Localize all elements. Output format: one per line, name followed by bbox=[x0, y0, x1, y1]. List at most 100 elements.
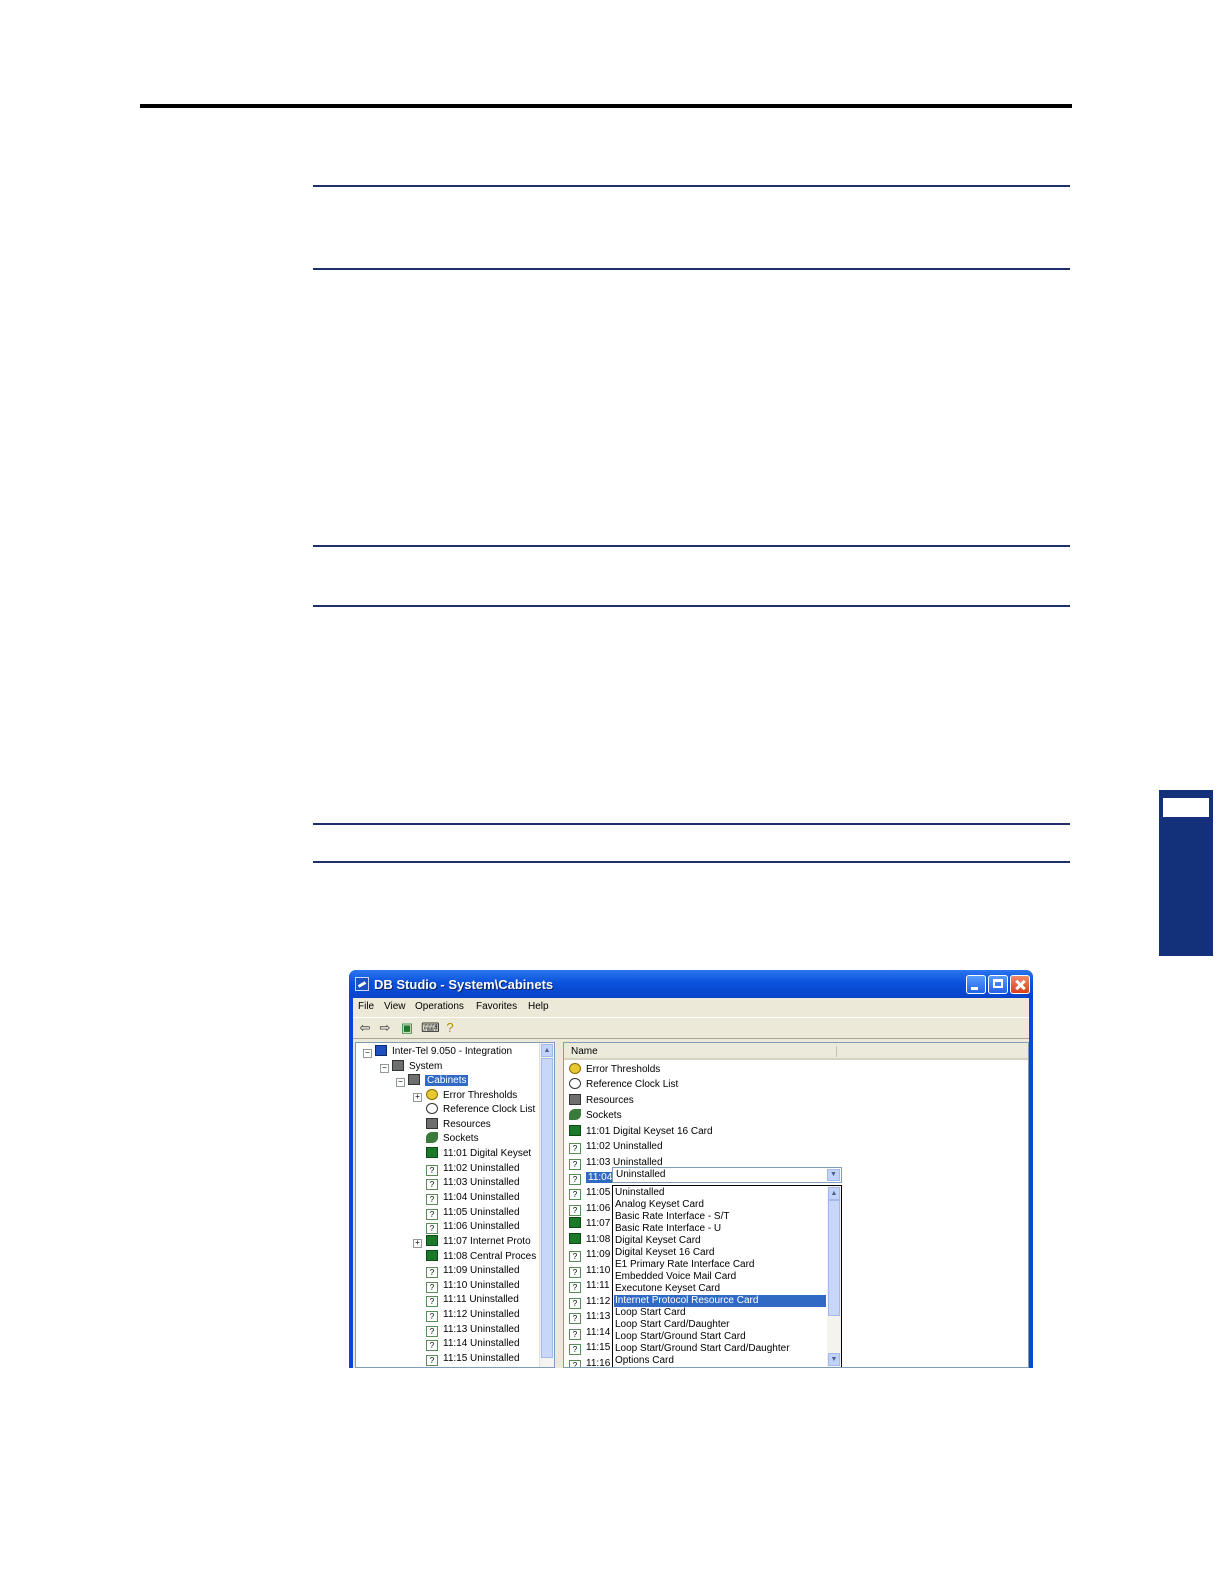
tree-item[interactable]: ? 11:10 Uninstalled bbox=[426, 1279, 520, 1293]
tree-item[interactable]: ? 11:09 Uninstalled bbox=[426, 1264, 520, 1278]
card-icon bbox=[569, 1217, 581, 1228]
refresh-icon[interactable]: ▣ bbox=[399, 1021, 415, 1035]
dropdown-option[interactable]: Uninstalled bbox=[614, 1187, 826, 1199]
tree-item-system[interactable]: System bbox=[392, 1060, 442, 1074]
tree-item-label: 11:09 Uninstalled bbox=[443, 1265, 520, 1276]
tree-item[interactable]: Error Thresholds bbox=[426, 1089, 517, 1103]
list-item[interactable]: ? 11:11 bbox=[569, 1278, 610, 1293]
list-item[interactable]: ? 11:16 bbox=[569, 1356, 610, 1367]
list-item[interactable]: 11:08 bbox=[569, 1232, 610, 1247]
tree-item[interactable]: ? 11:03 Uninstalled bbox=[426, 1176, 520, 1190]
list-item[interactable]: 11:07 bbox=[569, 1216, 610, 1231]
tree-item[interactable]: ? 11:04 Uninstalled bbox=[426, 1191, 520, 1205]
forward-arrow-icon[interactable]: ⇨ bbox=[377, 1021, 393, 1035]
list-item-label: 11:04 bbox=[586, 1172, 615, 1183]
list-item-label: 11:10 bbox=[586, 1265, 611, 1276]
uninstalled-icon: ? bbox=[426, 1165, 438, 1176]
uninstalled-icon: ? bbox=[426, 1311, 438, 1322]
tree-item[interactable]: ? 11:11 Uninstalled bbox=[426, 1293, 519, 1307]
tree-item[interactable]: ? 11:06 Uninstalled bbox=[426, 1220, 520, 1234]
list-item[interactable]: Error Thresholds bbox=[569, 1062, 660, 1077]
dropdown-option[interactable]: Basic Rate Interface - U bbox=[614, 1223, 826, 1235]
dropdown-scrollbar[interactable]: ▲ ▼ bbox=[827, 1186, 841, 1367]
dropdown-option[interactable]: Analog Keyset Card bbox=[614, 1199, 826, 1211]
tree-item[interactable]: Reference Clock List bbox=[426, 1103, 535, 1117]
tree-scrollbar[interactable]: ▲ bbox=[539, 1043, 554, 1367]
maximize-button[interactable] bbox=[988, 975, 1008, 994]
list-item[interactable]: ? 11:05 bbox=[569, 1185, 610, 1200]
uninstalled-icon: ? bbox=[569, 1143, 581, 1154]
column-header[interactable]: Name bbox=[564, 1043, 1028, 1060]
list-item[interactable]: ? 11:12 bbox=[569, 1294, 610, 1309]
list-item[interactable]: ? 11:15 bbox=[569, 1340, 610, 1355]
list-item[interactable]: ? 11:06 bbox=[569, 1201, 610, 1216]
card-type-dropdown-list[interactable]: Uninstalled Analog Keyset Card Basic Rat… bbox=[612, 1185, 842, 1367]
dropdown-option[interactable]: E1 Primary Rate Interface Card bbox=[614, 1259, 826, 1271]
tree-item[interactable]: ? 11:12 Uninstalled bbox=[426, 1308, 520, 1322]
expand-icon[interactable]: + bbox=[413, 1093, 422, 1102]
list-view[interactable]: Name Error Thresholds Reference Clock Li… bbox=[563, 1042, 1029, 1368]
list-item[interactable]: ? 11:14 bbox=[569, 1325, 610, 1340]
dropdown-option[interactable]: Loop Start/Ground Start Card bbox=[614, 1331, 826, 1343]
menu-favorites[interactable]: Favorites bbox=[476, 1001, 517, 1012]
tree-item-label: 11:15 Uninstalled bbox=[443, 1353, 520, 1364]
list-item[interactable]: ? 11:13 bbox=[569, 1309, 610, 1324]
scroll-thumb[interactable] bbox=[541, 1058, 553, 1358]
list-item[interactable]: Resources bbox=[569, 1093, 634, 1108]
tree-item[interactable]: Sockets bbox=[426, 1132, 479, 1146]
menu-view[interactable]: View bbox=[384, 1001, 406, 1012]
card-type-combobox[interactable]: Uninstalled ▼ bbox=[612, 1167, 842, 1183]
list-item[interactable]: ? 11:02 Uninstalled bbox=[569, 1139, 663, 1154]
uninstalled-icon: ? bbox=[426, 1267, 438, 1278]
system-icon bbox=[375, 1045, 387, 1056]
collapse-icon[interactable]: − bbox=[363, 1049, 372, 1058]
tree-item[interactable]: ? 11:05 Uninstalled bbox=[426, 1206, 520, 1220]
tree-item[interactable]: ? 11:15 Uninstalled bbox=[426, 1352, 520, 1366]
tree-item[interactable]: Resources bbox=[426, 1118, 491, 1132]
tree-item[interactable]: 11:08 Central Proces bbox=[426, 1250, 536, 1264]
list-item[interactable]: ? 11:04 bbox=[569, 1170, 615, 1185]
tree-item[interactable]: ? 11:02 Uninstalled bbox=[426, 1162, 520, 1176]
scroll-thumb[interactable] bbox=[828, 1200, 840, 1316]
close-button[interactable] bbox=[1010, 975, 1030, 994]
menu-file[interactable]: File bbox=[358, 1001, 374, 1012]
dropdown-option[interactable]: Digital Keyset 16 Card bbox=[614, 1247, 826, 1259]
dropdown-option[interactable]: Loop Start Card bbox=[614, 1307, 826, 1319]
print-icon[interactable]: ⌨ bbox=[421, 1021, 440, 1035]
dropdown-option[interactable]: Executone Keyset Card bbox=[614, 1283, 826, 1295]
dropdown-option[interactable]: Loop Start Card/Daughter bbox=[614, 1319, 826, 1331]
list-item[interactable]: ? 11:09 bbox=[569, 1247, 610, 1262]
back-arrow-icon[interactable]: ⇦ bbox=[357, 1021, 373, 1035]
dropdown-option[interactable]: Embedded Voice Mail Card bbox=[614, 1271, 826, 1283]
dropdown-option-highlighted[interactable]: Internet Protocol Resource Card bbox=[614, 1295, 826, 1307]
tree-item[interactable]: ? 11:14 Uninstalled bbox=[426, 1337, 520, 1351]
collapse-icon[interactable]: − bbox=[396, 1078, 405, 1087]
list-item[interactable]: 11:01 Digital Keyset 16 Card bbox=[569, 1124, 713, 1139]
tree-item-cabinets[interactable]: Cabinets bbox=[408, 1074, 469, 1088]
tree-item-label: 11:07 Internet Proto bbox=[443, 1236, 531, 1247]
menu-help[interactable]: Help bbox=[528, 1001, 549, 1012]
tree-item-root[interactable]: Inter-Tel 9.050 - Integration bbox=[375, 1045, 512, 1059]
tree-item[interactable]: 11:07 Internet Proto bbox=[426, 1235, 531, 1249]
collapse-icon[interactable]: − bbox=[380, 1064, 389, 1073]
dropdown-option[interactable]: Loop Start/Ground Start Card/Daughter bbox=[614, 1343, 826, 1355]
dropdown-option[interactable]: Options Card bbox=[614, 1355, 826, 1367]
list-item[interactable]: ? 11:10 bbox=[569, 1263, 610, 1278]
minimize-button[interactable] bbox=[966, 975, 986, 994]
list-item[interactable]: Reference Clock List bbox=[569, 1077, 678, 1092]
dropdown-option[interactable]: Digital Keyset Card bbox=[614, 1235, 826, 1247]
tree-view[interactable]: − Inter-Tel 9.050 - Integration − System… bbox=[355, 1042, 555, 1368]
tree-item[interactable]: ? 11:13 Uninstalled bbox=[426, 1323, 520, 1337]
help-icon[interactable]: ? bbox=[442, 1021, 458, 1035]
list-item[interactable]: Sockets bbox=[569, 1108, 622, 1123]
tree-item[interactable]: 11:01 Digital Keyset bbox=[426, 1147, 531, 1161]
menu-operations[interactable]: Operations bbox=[415, 1001, 464, 1012]
title-bar[interactable]: DB Studio - System\Cabinets bbox=[349, 970, 1033, 998]
scroll-down-icon[interactable]: ▼ bbox=[828, 1353, 840, 1366]
dropdown-option[interactable]: Basic Rate Interface - S/T bbox=[614, 1211, 826, 1223]
scroll-up-icon[interactable]: ▲ bbox=[828, 1187, 840, 1200]
scroll-up-icon[interactable]: ▲ bbox=[541, 1044, 553, 1057]
chevron-down-icon[interactable]: ▼ bbox=[827, 1169, 840, 1181]
expand-icon[interactable]: + bbox=[413, 1239, 422, 1248]
card-icon bbox=[569, 1233, 581, 1244]
